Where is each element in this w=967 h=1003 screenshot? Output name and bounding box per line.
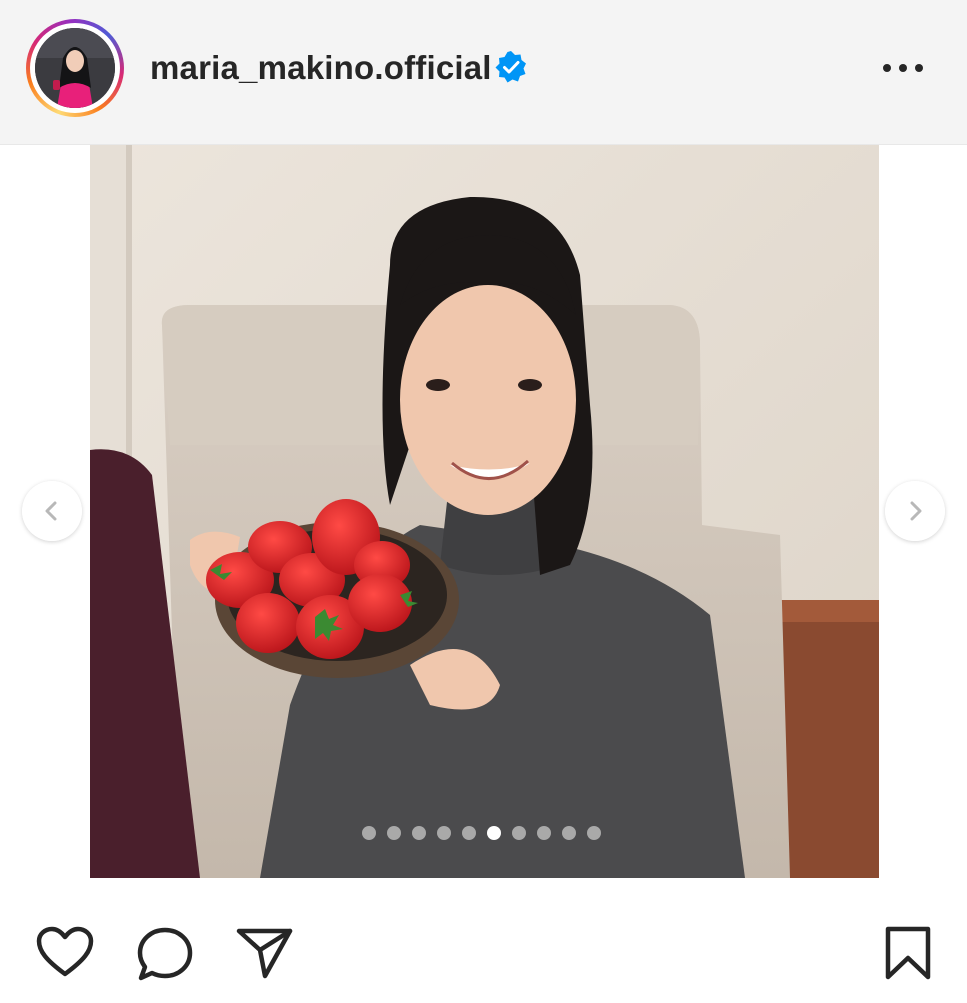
story-ring[interactable] <box>26 19 124 117</box>
carousel-dot <box>512 826 526 840</box>
username-link[interactable]: maria_makino.official <box>150 46 492 90</box>
carousel-indicator <box>362 825 601 841</box>
carousel-dot <box>587 826 601 840</box>
post-actions <box>0 878 967 1003</box>
carousel-dot <box>362 826 376 840</box>
carousel-dot <box>537 826 551 840</box>
carousel-prev-button[interactable] <box>22 481 82 541</box>
carousel-dot <box>412 826 426 840</box>
post-header: maria_makino.official <box>0 0 967 145</box>
chevron-left-icon <box>45 501 57 521</box>
carousel-dot <box>562 826 576 840</box>
chevron-right-icon <box>910 501 922 521</box>
carousel-dot <box>387 826 401 840</box>
more-horizontal-icon[interactable] <box>878 50 928 86</box>
carousel-dot <box>437 826 451 840</box>
carousel-next-button[interactable] <box>885 481 945 541</box>
carousel-dot <box>462 826 476 840</box>
heart-icon[interactable] <box>36 926 94 978</box>
bookmark-icon[interactable] <box>884 926 932 980</box>
post-photo[interactable] <box>90 145 879 878</box>
carousel-dot <box>487 826 501 840</box>
photo-woman-strawberries <box>90 145 879 878</box>
post-media <box>0 145 967 878</box>
avatar[interactable] <box>35 28 115 108</box>
verified-badge-icon <box>495 51 526 83</box>
paper-plane-icon[interactable] <box>236 926 294 980</box>
avatar-gap <box>30 23 120 113</box>
avatar-image <box>35 28 115 108</box>
comment-icon[interactable] <box>136 926 194 982</box>
